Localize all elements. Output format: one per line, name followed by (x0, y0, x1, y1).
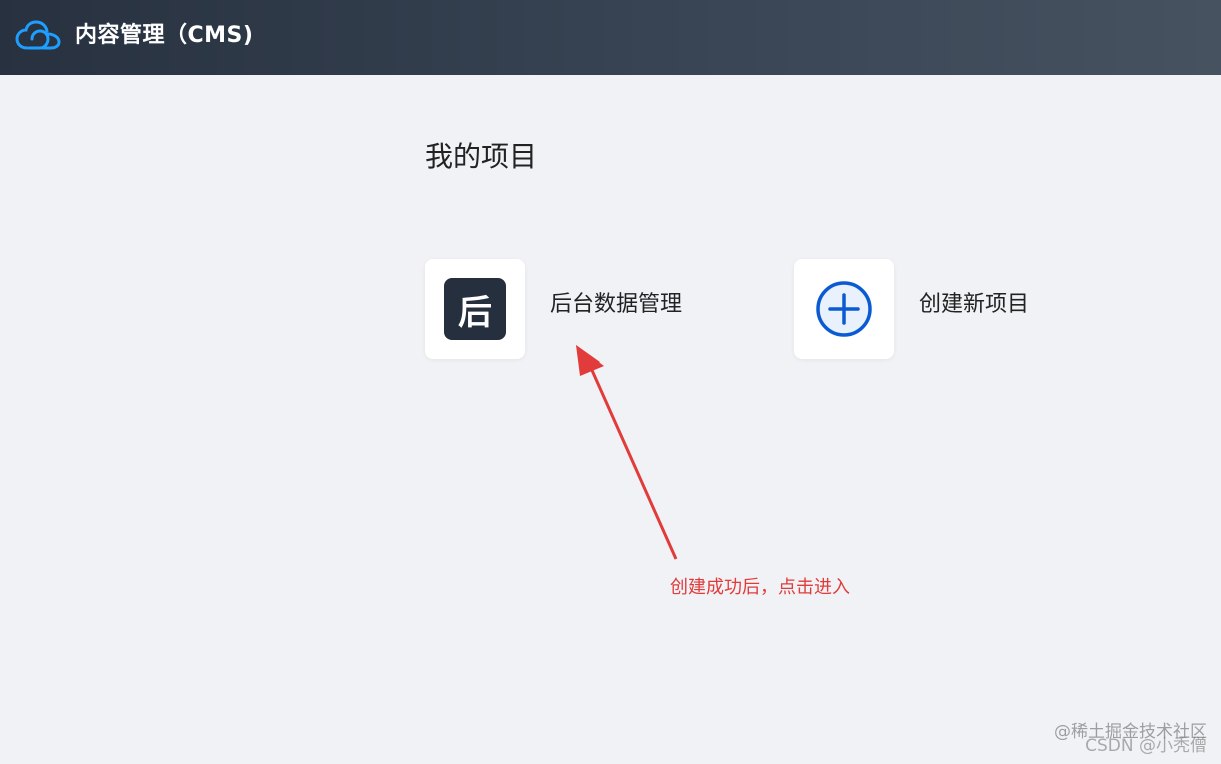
app-title: 内容管理（CMS) (75, 23, 254, 48)
annotation-text: 创建成功后，点击进入 (670, 577, 850, 598)
annotation-arrow (576, 345, 678, 560)
page-title: 我的项目 (425, 140, 538, 173)
plus-circle-icon (816, 281, 872, 337)
cloud-icon[interactable] (15, 19, 61, 53)
project-name[interactable]: 后台数据管理 (550, 291, 682, 319)
project-avatar: 后 (444, 278, 506, 340)
create-project-label[interactable]: 创建新项目 (919, 291, 1029, 319)
watermark: @稀土掘金技术社区 CSDN @小秃僧 (1054, 722, 1207, 756)
top-bar: 内容管理（CMS) (0, 0, 1221, 75)
project-card-tile[interactable]: 后 (425, 259, 525, 359)
create-project-button[interactable] (794, 259, 894, 359)
